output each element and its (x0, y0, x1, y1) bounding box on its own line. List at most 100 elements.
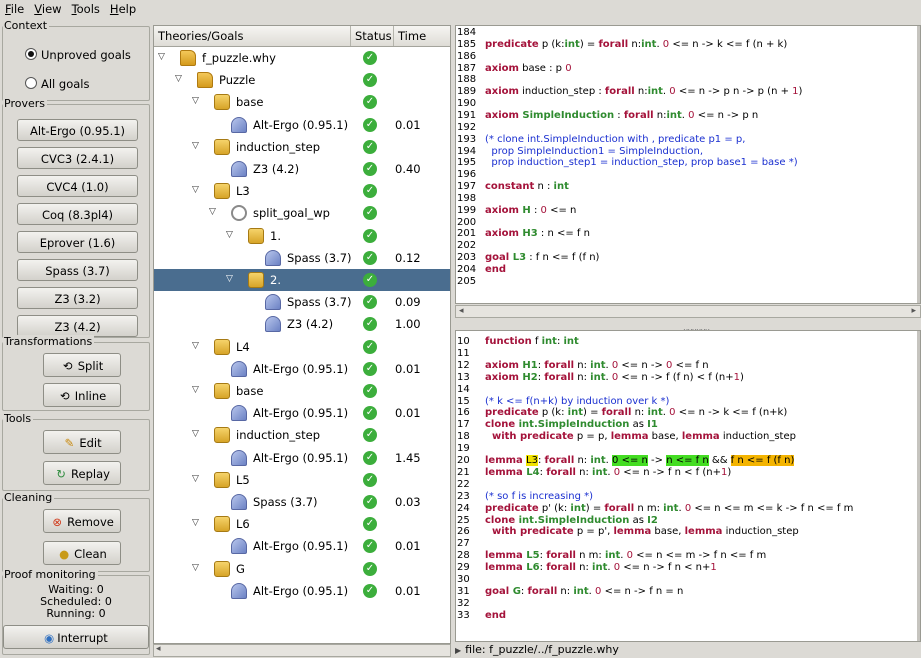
tree-row[interactable]: ▽ L6 ✓ (154, 513, 450, 535)
remove-label: Remove (67, 515, 114, 529)
tree-row[interactable]: ▽ split_goal_wp ✓ (154, 202, 450, 224)
code-token: lemma (485, 466, 523, 478)
expander-icon[interactable]: ▽ (192, 429, 199, 439)
menu-help[interactable]: Help (105, 0, 141, 16)
clean-button[interactable]: ● Clean (43, 541, 121, 565)
code-line: 11 (456, 348, 485, 359)
line-number: 27 (457, 538, 470, 550)
task-vscrollbar[interactable] (917, 26, 920, 303)
expander-icon[interactable]: ▽ (192, 341, 199, 351)
line-number: 203 (457, 252, 477, 264)
goal-tree[interactable]: Theories/Goals Status Time ▽ f_puzzle.why… (153, 25, 451, 644)
tree-row[interactable]: ▽ L5 ✓ (154, 469, 450, 491)
tree-row[interactable]: ▽ f_puzzle.why ✓ (154, 47, 450, 69)
replay-label: Replay (71, 467, 110, 481)
replay-button[interactable]: ↻ Replay (43, 461, 121, 485)
tree-row[interactable]: ▽ induction_step ✓ (154, 136, 450, 158)
tree-row[interactable]: ▽ base ✓ (154, 380, 450, 402)
code-line: 201 axiom H3 : n <= f n (456, 228, 590, 239)
expander-icon[interactable]: ▽ (226, 274, 233, 284)
prover-button-alt-ergo[interactable]: Alt-Ergo (0.95.1) (17, 119, 138, 141)
code-line: 187 axiom base : p 0 (456, 63, 572, 74)
inline-button[interactable]: ⟲ Inline (43, 383, 121, 407)
interrupt-button[interactable]: ◉ Interrupt (3, 625, 149, 649)
scroll-left-icon[interactable]: ◂ (156, 644, 161, 654)
proved-check-icon: ✓ (363, 295, 377, 310)
tree-row[interactable]: Z3 (4.2) ✓ 1.00 (154, 313, 450, 335)
line-number: 33 (457, 609, 470, 621)
prover-button-spass[interactable]: Spass (3.7) (17, 259, 138, 281)
prover-button-eprover[interactable]: Eprover (1.6) (17, 231, 138, 253)
code-token: int.SimpleInduction (515, 419, 630, 431)
tree-row[interactable]: Alt-Ergo (0.95.1) ✓ 0.01 (154, 580, 450, 602)
code-token: axiom (485, 109, 519, 121)
line-number: 19 (457, 443, 470, 455)
tree-row[interactable]: ▽ L4 ✓ (154, 336, 450, 358)
expander-icon[interactable]: ▽ (175, 74, 182, 84)
prover-button-cvc3[interactable]: CVC3 (2.4.1) (17, 147, 138, 169)
expander-icon[interactable]: ▽ (192, 385, 199, 395)
prover-button-z3-42[interactable]: Z3 (4.2) (17, 315, 138, 337)
tree-row[interactable]: Alt-Ergo (0.95.1) ✓ 0.01 (154, 358, 450, 380)
context-frame: Context Unproved goals All goals (2, 19, 150, 101)
code-line: 188 (456, 74, 485, 85)
tree-row[interactable]: ▽ induction_step ✓ (154, 424, 450, 446)
expander-icon[interactable]: ▽ (192, 185, 199, 195)
scroll-left-icon[interactable]: ◂ (459, 306, 464, 316)
expander-icon[interactable]: ▽ (192, 141, 199, 151)
tree-row[interactable]: Alt-Ergo (0.95.1) ✓ 0.01 (154, 402, 450, 424)
menu-file[interactable]: File (0, 0, 29, 16)
expander-icon[interactable]: ▽ (209, 207, 216, 217)
tree-row[interactable]: Spass (3.7) ✓ 0.09 (154, 291, 450, 313)
remove-button[interactable]: ⊗ Remove (43, 509, 121, 533)
code-token: lemma (485, 455, 523, 466)
tree-row[interactable]: Alt-Ergo (0.95.1) ✓ 0.01 (154, 114, 450, 136)
scroll-right-icon[interactable]: ▸ (911, 306, 916, 316)
tree-row-label: base (236, 384, 264, 398)
tree-row[interactable]: ▽ base ✓ (154, 91, 450, 113)
expander-icon[interactable]: ▽ (226, 230, 233, 240)
task-view[interactable]: 184 185 predicate p (k:int) = forall n:int… (455, 25, 921, 304)
code-line: 12 axiom H1: forall n: int. 0 <= n -> 0 <… (456, 360, 709, 371)
prover-button-cvc4[interactable]: CVC4 (1.0) (17, 175, 138, 197)
expander-icon[interactable]: ▽ (192, 518, 199, 528)
code-token: with predicate (485, 526, 574, 538)
expander-icon[interactable]: ▽ (192, 96, 199, 106)
expander-icon[interactable]: ▽ (192, 563, 199, 573)
edit-button[interactable]: ✎ Edit (43, 430, 121, 454)
menu-view[interactable]: View (29, 0, 66, 16)
code-token: f n <= f (f n) (730, 455, 795, 466)
code-token: lemma (613, 526, 652, 538)
radio-unproved-goals[interactable]: Unproved goals (25, 48, 131, 62)
tree-row-label: Spass (3.7) (287, 295, 352, 310)
column-theories-goals[interactable]: Theories/Goals (154, 26, 351, 46)
task-hscrollbar[interactable]: ◂ ▸ (455, 305, 921, 318)
tree-row[interactable]: ▽ 1. ✓ (154, 225, 450, 247)
tree-row[interactable]: Alt-Ergo (0.95.1) ✓ 1.45 (154, 447, 450, 469)
menu-tools[interactable]: Tools (67, 0, 105, 16)
tree-row[interactable]: ▽ 2. ✓ (154, 269, 450, 291)
tree-row[interactable]: Z3 (4.2) ✓ 0.40 (154, 158, 450, 180)
tree-row[interactable]: ▽ Puzzle ✓ (154, 69, 450, 91)
code-token: predicate (485, 407, 539, 419)
code-token: forall (546, 466, 576, 478)
prover-button-z3-32[interactable]: Z3 (3.2) (17, 287, 138, 309)
split-button[interactable]: ⟲ Split (43, 353, 121, 377)
code-token: n: (557, 585, 574, 597)
source-view[interactable]: 10 function f int: int 11 12 axiom H1: foral… (455, 330, 921, 642)
tree-row[interactable]: ▽ G ✓ (154, 558, 450, 580)
tree-row[interactable]: Spass (3.7) ✓ 0.03 (154, 491, 450, 513)
column-status[interactable]: Status (351, 26, 394, 46)
radio-all-goals[interactable]: All goals (25, 77, 89, 91)
column-time[interactable]: Time (394, 26, 450, 46)
lock-icon (214, 516, 230, 533)
tree-row[interactable]: ▽ L3 ✓ (154, 180, 450, 202)
expander-icon[interactable]: ▽ (192, 474, 199, 484)
tree-row[interactable]: Spass (3.7) ✓ 0.12 (154, 247, 450, 269)
tree-row[interactable]: Alt-Ergo (0.95.1) ✓ 0.01 (154, 535, 450, 557)
expander-icon[interactable]: ▽ (158, 52, 165, 62)
source-vscrollbar[interactable] (917, 331, 920, 641)
tree-hscrollbar[interactable]: ◂ (153, 644, 451, 657)
prover-button-coq[interactable]: Coq (8.3pl4) (17, 203, 138, 225)
code-token: -> (647, 455, 667, 466)
